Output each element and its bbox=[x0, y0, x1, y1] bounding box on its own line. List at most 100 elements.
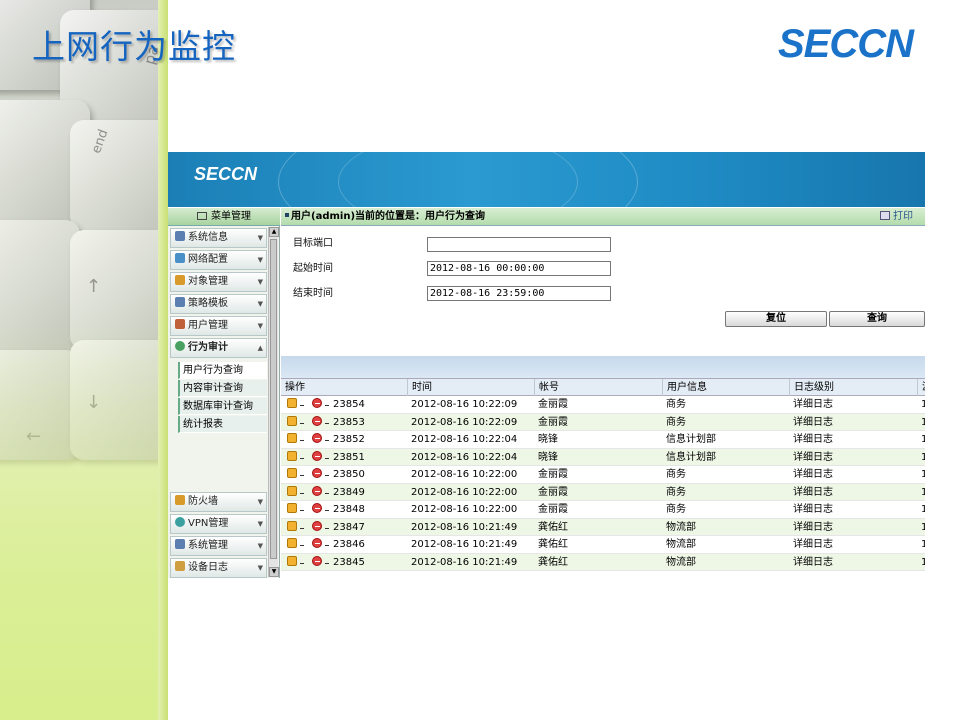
table-row[interactable]: 23854 2012-08-16 10:22:09 金丽霞 商务 详细日志 1 bbox=[281, 396, 925, 414]
sidebar-item-audit[interactable]: 行为审计 ▲ bbox=[170, 338, 267, 358]
column-header-level[interactable]: 日志级别 bbox=[789, 379, 917, 396]
start-time-input[interactable]: 2012-08-16 00:00:00 bbox=[427, 261, 611, 276]
sidebar-item-users[interactable]: 用户管理 ▼ bbox=[170, 316, 267, 336]
edit-icon[interactable] bbox=[287, 538, 297, 548]
menu-icon bbox=[197, 212, 207, 220]
column-header-account[interactable]: 帐号 bbox=[534, 379, 662, 396]
cell-account: 晓锋 bbox=[538, 434, 558, 445]
row-actions: 23845 bbox=[281, 554, 407, 571]
sidebar-item-objects[interactable]: 对象管理 ▼ bbox=[170, 272, 267, 292]
separator bbox=[325, 527, 329, 529]
target-port-label: 目标端口 bbox=[293, 238, 333, 249]
sidebar-item-network[interactable]: 网络配置 ▼ bbox=[170, 250, 267, 270]
sub-item-user-behavior[interactable]: 用户行为查询 bbox=[178, 362, 267, 379]
sidebar-item-templates[interactable]: 策略模板 ▼ bbox=[170, 294, 267, 314]
green-stripe bbox=[158, 0, 168, 720]
query-button[interactable]: 查询 bbox=[829, 311, 925, 327]
delete-icon[interactable] bbox=[312, 468, 322, 478]
sidebar-item-firewall[interactable]: 防火墙 ▼ bbox=[170, 492, 267, 512]
table-row[interactable]: 23849 2012-08-16 10:22:00 金丽霞 商务 详细日志 1 bbox=[281, 483, 925, 501]
table-row[interactable]: 23852 2012-08-16 10:22:04 晓锋 信息计划部 详细日志 1 bbox=[281, 431, 925, 449]
chevron-down-icon: ▼ bbox=[257, 520, 263, 528]
printer-icon bbox=[880, 211, 890, 220]
separator bbox=[300, 562, 304, 564]
location-text: 用户(admin)当前的位置是：用户行为查询 bbox=[291, 211, 486, 222]
sidebar-item-label: 设备日志 bbox=[188, 562, 228, 573]
table-row[interactable]: 23847 2012-08-16 10:21:49 龚佑红 物流部 详细日志 1 bbox=[281, 518, 925, 536]
vpn-icon bbox=[175, 517, 185, 527]
target-port-input[interactable] bbox=[427, 237, 611, 252]
edit-icon[interactable] bbox=[287, 485, 297, 496]
delete-icon[interactable] bbox=[312, 450, 322, 461]
table-row[interactable]: 23850 2012-08-16 10:22:00 金丽霞 商务 详细日志 1 bbox=[281, 466, 925, 484]
separator bbox=[300, 527, 304, 529]
table-row[interactable]: 23848 2012-08-16 10:22:00 金丽霞 商务 详细日志 1 bbox=[281, 501, 925, 519]
delete-icon[interactable] bbox=[312, 485, 322, 496]
sidebar-item-system-info[interactable]: 系统信息 ▼ bbox=[170, 228, 267, 248]
scrollbar-thumb[interactable] bbox=[270, 239, 277, 559]
sidebar-scrollbar[interactable]: ▲ ▼ bbox=[268, 227, 279, 577]
start-time-label: 起始时间 bbox=[293, 263, 333, 274]
cell-src: 1 bbox=[921, 539, 925, 550]
reset-button[interactable]: 复位 bbox=[725, 311, 827, 327]
delete-icon[interactable] bbox=[312, 520, 322, 531]
globe-decoration bbox=[338, 152, 578, 207]
brand-logo: SECCN bbox=[778, 22, 914, 66]
separator bbox=[325, 562, 329, 564]
separator bbox=[325, 545, 329, 546]
column-header-time[interactable]: 时间 bbox=[407, 379, 535, 396]
scroll-up-icon[interactable]: ▲ bbox=[269, 227, 279, 237]
edit-icon[interactable] bbox=[287, 468, 297, 478]
sub-item-reports[interactable]: 统计报表 bbox=[178, 416, 267, 433]
edit-icon[interactable] bbox=[287, 503, 297, 513]
cell-level: 详细日志 bbox=[793, 521, 833, 533]
cell-info: 商务 bbox=[666, 469, 686, 480]
menu-header[interactable]: 菜单管理 bbox=[168, 208, 280, 226]
column-header-ops[interactable]: 操作 bbox=[281, 379, 409, 396]
row-actions: 23846 bbox=[281, 536, 407, 553]
record-id: 23850 bbox=[333, 469, 365, 480]
table-row[interactable]: 23851 2012-08-16 10:22:04 晓锋 信息计划部 详细日志 1 bbox=[281, 448, 925, 466]
cell-account: 龚佑红 bbox=[538, 539, 568, 550]
edit-icon[interactable] bbox=[287, 433, 297, 443]
sub-item-db-audit[interactable]: 数据库审计查询 bbox=[178, 398, 267, 415]
separator bbox=[325, 492, 329, 494]
cell-time: 2012-08-16 10:22:04 bbox=[411, 451, 518, 463]
column-header-info[interactable]: 用户信息 bbox=[662, 379, 790, 396]
delete-icon[interactable] bbox=[312, 555, 322, 566]
delete-icon[interactable] bbox=[312, 433, 322, 443]
chevron-down-icon: ▼ bbox=[257, 322, 263, 330]
table-row[interactable]: 23845 2012-08-16 10:21:49 龚佑红 物流部 详细日志 1 bbox=[281, 553, 925, 571]
cell-info: 商务 bbox=[666, 486, 686, 498]
chevron-down-icon: ▼ bbox=[257, 234, 263, 242]
delete-icon[interactable] bbox=[312, 398, 322, 408]
row-actions: 23853 bbox=[281, 414, 407, 431]
sub-item-content-audit[interactable]: 内容审计查询 bbox=[178, 380, 267, 397]
end-time-input[interactable]: 2012-08-16 23:59:00 bbox=[427, 286, 611, 301]
scroll-down-icon[interactable]: ▼ bbox=[269, 567, 279, 577]
sidebar-item-label: 网络配置 bbox=[188, 254, 228, 265]
cell-account: 金丽霞 bbox=[538, 504, 568, 515]
firewall-icon bbox=[175, 495, 185, 505]
row-actions: 23852 bbox=[281, 431, 407, 448]
edit-icon[interactable] bbox=[287, 450, 297, 461]
edit-icon[interactable] bbox=[287, 520, 297, 531]
sidebar-item-label: 系统信息 bbox=[188, 232, 228, 243]
table-row[interactable]: 23853 2012-08-16 10:22:09 金丽霞 商务 详细日志 1 bbox=[281, 413, 925, 431]
edit-icon[interactable] bbox=[287, 415, 297, 426]
column-header-src[interactable]: 源 bbox=[917, 379, 925, 396]
delete-icon[interactable] bbox=[312, 415, 322, 426]
sidebar-item-system-admin[interactable]: 系统管理 ▼ bbox=[170, 536, 267, 556]
app-banner: SECCN bbox=[168, 152, 925, 207]
sidebar-item-vpn[interactable]: VPN管理 ▼ bbox=[170, 514, 267, 534]
delete-icon[interactable] bbox=[312, 538, 322, 548]
separator bbox=[300, 545, 304, 546]
table-row[interactable]: 23846 2012-08-16 10:21:49 龚佑红 物流部 详细日志 1 bbox=[281, 536, 925, 554]
print-button[interactable]: 打印 bbox=[880, 208, 913, 226]
separator bbox=[325, 422, 329, 424]
edit-icon[interactable] bbox=[287, 555, 297, 566]
sidebar-item-device-log[interactable]: 设备日志 ▼ bbox=[170, 558, 267, 578]
edit-icon[interactable] bbox=[287, 398, 297, 408]
cell-src: 1 bbox=[921, 521, 925, 533]
delete-icon[interactable] bbox=[312, 503, 322, 513]
